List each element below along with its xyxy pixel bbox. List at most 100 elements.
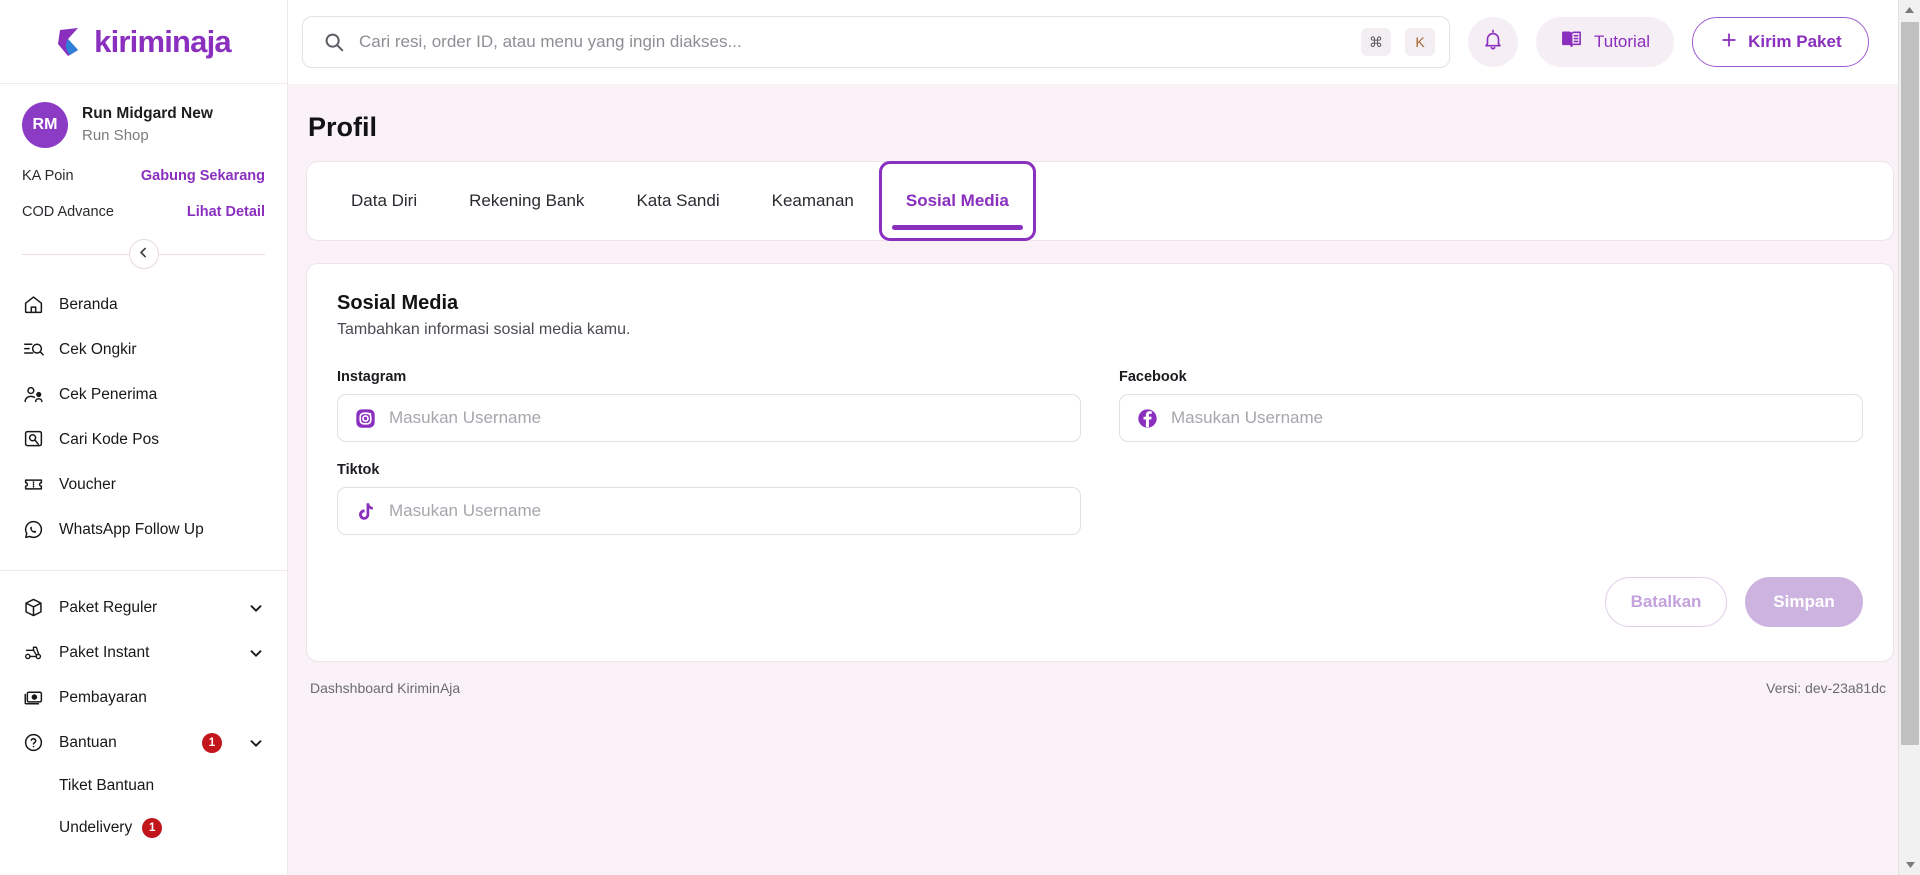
tutorial-label: Tutorial xyxy=(1594,32,1650,52)
package-icon xyxy=(22,597,44,619)
sidebar-collapse-button[interactable] xyxy=(129,239,159,269)
chevron-down-icon[interactable] xyxy=(247,734,265,752)
plus-icon xyxy=(1719,30,1739,55)
tab-kata-sandi[interactable]: Kata Sandi xyxy=(610,162,745,240)
cancel-button[interactable]: Batalkan xyxy=(1605,577,1727,627)
sidebar-item-label: Paket Instant xyxy=(59,644,222,662)
page-scrollbar[interactable] xyxy=(1898,0,1920,875)
social-fields-grid: Instagram Facebook xyxy=(337,369,1863,555)
shortcut-modifier-key: ⌘ xyxy=(1361,28,1391,56)
user-shop: Run Shop xyxy=(82,125,213,146)
field-label: Instagram xyxy=(337,369,1081,385)
status-badge: 1 xyxy=(142,818,162,838)
tab-rekening-bank[interactable]: Rekening Bank xyxy=(443,162,610,240)
tab-sosial-media[interactable]: Sosial Media xyxy=(880,162,1035,240)
tab-label: Data Diri xyxy=(351,191,417,211)
recipient-icon xyxy=(22,384,44,406)
profile-tabs-card: Data Diri Rekening Bank Kata Sandi Keama… xyxy=(306,161,1894,241)
status-badge: 1 xyxy=(202,733,222,753)
field-spacer xyxy=(1119,462,1863,535)
bell-icon xyxy=(1482,29,1504,56)
save-button[interactable]: Simpan xyxy=(1745,577,1863,627)
avatar: RM xyxy=(22,102,68,148)
scroll-down-arrow-icon[interactable] xyxy=(1899,855,1920,875)
tiktok-input-wrapper[interactable] xyxy=(337,487,1081,535)
sidebar-item-beranda[interactable]: Beranda xyxy=(0,282,287,327)
tab-label: Rekening Bank xyxy=(469,191,584,211)
sidebar-item-paket-instant[interactable]: Paket Instant xyxy=(0,630,287,675)
instagram-input-wrapper[interactable] xyxy=(337,394,1081,442)
kirim-paket-button[interactable]: Kirim Paket xyxy=(1692,17,1869,67)
ka-poin-label: KA Poin xyxy=(22,168,74,184)
field-instagram: Instagram xyxy=(337,369,1081,442)
sidebar-item-label: WhatsApp Follow Up xyxy=(59,521,265,539)
sidebar-item-label: Bantuan xyxy=(59,734,187,752)
sidebar-item-label: Tiket Bantuan xyxy=(59,777,154,795)
field-label: Tiktok xyxy=(337,462,1081,478)
ka-poin-action-link[interactable]: Gabung Sekarang xyxy=(141,168,265,184)
sidebar-item-bantuan[interactable]: Bantuan 1 xyxy=(0,720,287,765)
form-actions: Batalkan Simpan xyxy=(337,577,1863,627)
book-icon xyxy=(1560,28,1583,56)
instagram-input[interactable] xyxy=(389,408,1064,428)
sidebar-navigation: Beranda Cek Ongkir Cek Penerima xyxy=(0,280,287,875)
sidebar-item-tiket-bantuan[interactable]: Tiket Bantuan xyxy=(0,765,287,807)
facebook-input[interactable] xyxy=(1171,408,1846,428)
main-area: ⌘ K Tutorial Kirim Paket xyxy=(288,0,1920,875)
kirim-paket-label: Kirim Paket xyxy=(1748,32,1842,52)
sidebar-item-cek-penerima[interactable]: Cek Penerima xyxy=(0,372,287,417)
ka-poin-row: KA Poin Gabung Sekarang xyxy=(0,158,287,194)
profile-tabs: Data Diri Rekening Bank Kata Sandi Keama… xyxy=(325,162,1875,240)
sidebar-item-cari-kode-pos[interactable]: Cari Kode Pos xyxy=(0,417,287,462)
cod-advance-action-link[interactable]: Lihat Detail xyxy=(187,204,265,220)
chevron-down-icon[interactable] xyxy=(247,644,265,662)
nav-group-primary: Beranda Cek Ongkir Cek Penerima xyxy=(0,282,287,558)
sosial-media-form-card: Sosial Media Tambahkan informasi sosial … xyxy=(306,263,1894,662)
tab-keamanan[interactable]: Keamanan xyxy=(746,162,880,240)
tiktok-input[interactable] xyxy=(389,501,1064,521)
sidebar-user-profile[interactable]: RM Run Midgard New Run Shop xyxy=(0,84,287,158)
tab-label: Keamanan xyxy=(772,191,854,211)
brand-logo[interactable]: kiriminaja xyxy=(0,0,287,84)
facebook-input-wrapper[interactable] xyxy=(1119,394,1863,442)
sidebar-item-label: Pembayaran xyxy=(59,689,265,707)
cod-advance-label: COD Advance xyxy=(22,204,114,220)
sidebar-item-paket-reguler[interactable]: Paket Reguler xyxy=(0,585,287,630)
shortcut-letter-key: K xyxy=(1405,28,1435,56)
sidebar-item-pembayaran[interactable]: Pembayaran xyxy=(0,675,287,720)
scooter-icon xyxy=(22,642,44,664)
field-tiktok: Tiktok xyxy=(337,462,1081,535)
sidebar-item-undelivery[interactable]: Undelivery 1 xyxy=(0,807,287,849)
search-icon xyxy=(323,31,345,53)
sidebar: kiriminaja RM Run Midgard New Run Shop K… xyxy=(0,0,288,875)
field-label: Facebook xyxy=(1119,369,1863,385)
global-search[interactable]: ⌘ K xyxy=(302,16,1450,68)
sidebar-item-voucher[interactable]: Voucher xyxy=(0,462,287,507)
tutorial-button[interactable]: Tutorial xyxy=(1536,17,1674,67)
user-name: Run Midgard New xyxy=(82,104,213,124)
sidebar-item-label: Voucher xyxy=(59,476,265,494)
tab-label: Sosial Media xyxy=(906,191,1009,211)
tab-data-diri[interactable]: Data Diri xyxy=(325,162,443,240)
app-root: kiriminaja RM Run Midgard New Run Shop K… xyxy=(0,0,1920,875)
postal-code-search-icon xyxy=(22,429,44,451)
sidebar-item-label: Cek Penerima xyxy=(59,386,265,404)
chevron-down-icon[interactable] xyxy=(247,599,265,617)
instagram-icon xyxy=(354,407,376,429)
sidebar-item-cek-ongkir[interactable]: Cek Ongkir xyxy=(0,327,287,372)
sidebar-item-label: Cek Ongkir xyxy=(59,341,265,359)
notification-button[interactable] xyxy=(1468,17,1518,67)
scrollbar-thumb[interactable] xyxy=(1901,22,1919,745)
sidebar-item-whatsapp-follow-up[interactable]: WhatsApp Follow Up xyxy=(0,507,287,552)
tab-label: Kata Sandi xyxy=(636,191,719,211)
brand-name: kiriminaja xyxy=(94,24,231,60)
scroll-up-arrow-icon[interactable] xyxy=(1899,0,1920,20)
sidebar-collapse-band xyxy=(0,236,287,272)
nav-divider xyxy=(0,570,287,571)
sidebar-item-label: Paket Reguler xyxy=(59,599,222,617)
home-icon xyxy=(22,294,44,316)
search-input[interactable] xyxy=(359,32,1347,52)
topbar: ⌘ K Tutorial Kirim Paket xyxy=(288,0,1920,84)
facebook-icon xyxy=(1136,407,1158,429)
page-title: Profil xyxy=(308,112,1894,143)
